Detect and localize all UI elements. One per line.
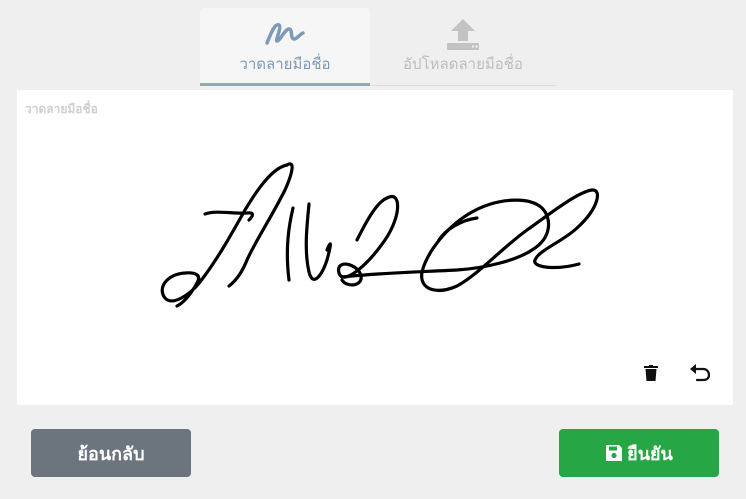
save-icon: [605, 444, 623, 462]
tab-upload-label: อัปโหลดลายมือชื่อ: [403, 55, 523, 73]
signature-stroke: [160, 162, 600, 308]
clear-signature-button[interactable]: [638, 360, 664, 386]
confirm-button[interactable]: ยืนยัน: [559, 429, 719, 477]
upload-icon: [446, 16, 480, 52]
confirm-button-label: ยืนยัน: [627, 443, 673, 465]
trash-icon: [644, 365, 658, 381]
tab-draw-label: วาดลายมือชื่อ: [239, 55, 331, 73]
signature-pad[interactable]: วาดลายมือชื่อ: [17, 90, 733, 405]
back-button-label: ย้อนกลับ: [77, 443, 145, 465]
tab-upload-signature[interactable]: อัปโหลดลายมือชื่อ: [370, 8, 556, 86]
signature-icon: [263, 16, 307, 52]
undo-icon: [690, 364, 711, 382]
signature-page: วาดลายมือชื่อ อัปโหลดลายมือชื่อ วาดลายมื…: [0, 0, 746, 499]
signature-tabs: วาดลายมือชื่อ อัปโหลดลายมือชื่อ: [200, 8, 556, 86]
undo-signature-button[interactable]: [687, 360, 713, 386]
back-button[interactable]: ย้อนกลับ: [31, 429, 191, 477]
tab-draw-signature[interactable]: วาดลายมือชื่อ: [200, 8, 370, 86]
